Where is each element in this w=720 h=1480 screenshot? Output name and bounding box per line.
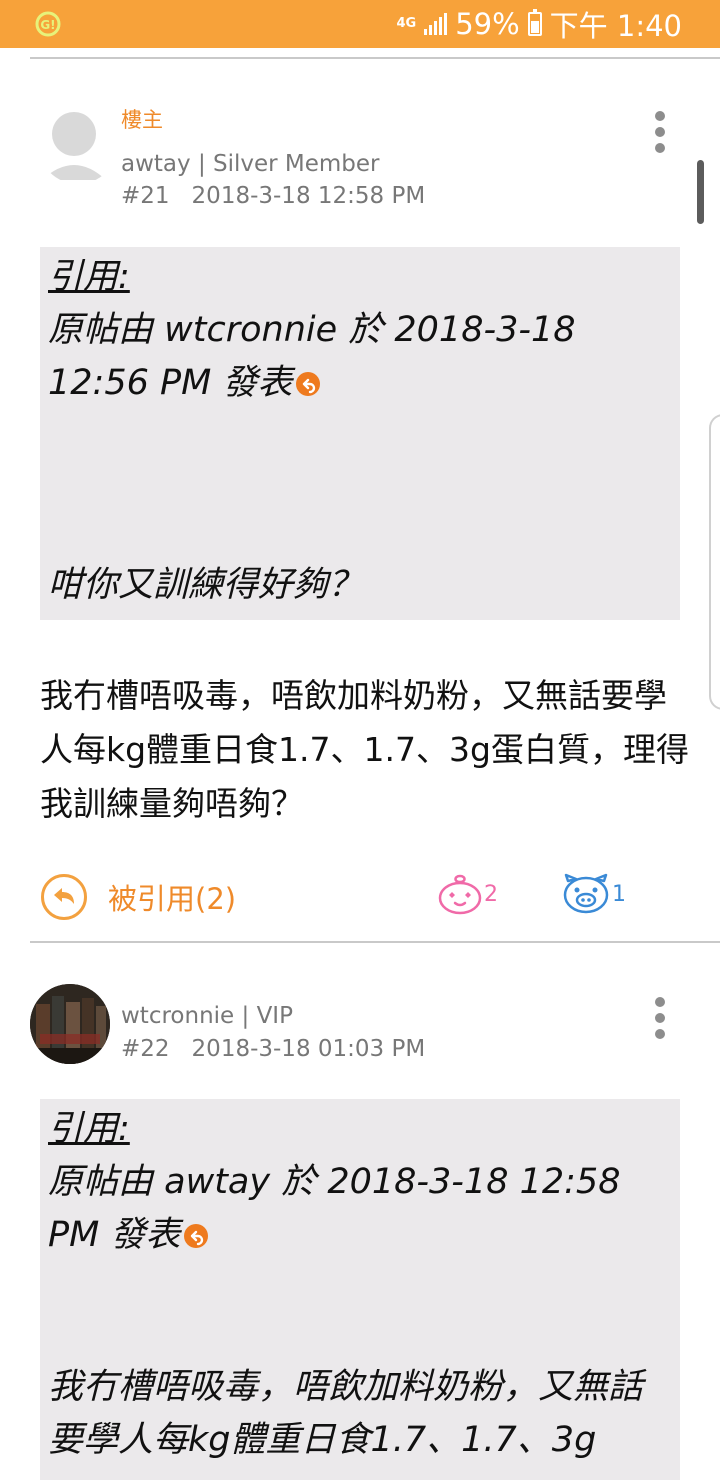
author-name[interactable]: awtay | Silver Member — [121, 151, 380, 177]
quoted-by-label: 被引用(2) — [108, 882, 237, 916]
pig-face-icon — [563, 873, 609, 914]
go-to-post-icon[interactable] — [184, 1224, 209, 1248]
svg-text:G!: G! — [40, 18, 55, 32]
quote-box: 引用: 原帖由 awtay 於 2018-3-18 12:58 PM 發表 我冇… — [40, 1099, 680, 1480]
post-datetime: 2018-3-18 12:58 PM — [191, 183, 426, 209]
edge-panel-handle[interactable] — [709, 414, 720, 710]
author-name[interactable]: wtcronnie | VIP — [121, 1003, 293, 1029]
post-meta: #22 2018-3-18 01:03 PM — [121, 1036, 425, 1062]
post-number: #21 — [121, 183, 170, 209]
quote-text: 我冇槽唔吸毒，唔飲加料奶粉，又無話要學人每kg體重日食1.7、1.7、3g — [48, 1367, 644, 1460]
network-type: 4G — [396, 16, 417, 31]
app-notification-icon: G! — [35, 11, 61, 37]
quote-box: 引用: 原帖由 wtcronnie 於 2018-3-18 12:56 PM 發… — [40, 247, 680, 620]
default-user-icon — [42, 112, 106, 180]
go-to-post-icon[interactable] — [296, 372, 321, 396]
love-face-icon — [438, 874, 482, 915]
thread-starter-badge: 樓主 — [121, 108, 163, 132]
reaction-love-count: 2 — [484, 881, 498, 907]
post-meta: #21 2018-3-18 12:58 PM — [121, 183, 425, 209]
quote-header: 原帖由 awtay 於 2018-3-18 12:58 PM 發表 — [48, 1162, 621, 1255]
clock: 下午 1:40 — [549, 9, 682, 43]
quote-text: 咁你又訓練得好夠？ — [48, 565, 364, 605]
quoted-by-button[interactable]: 被引用(2) — [40, 873, 236, 921]
avatar[interactable] — [38, 104, 118, 184]
more-options-icon[interactable] — [650, 997, 670, 1041]
top-divider — [30, 57, 720, 59]
battery-percent: 59% — [455, 7, 520, 41]
more-options-icon[interactable] — [650, 111, 670, 155]
user-photo — [30, 984, 110, 1064]
status-bar: G! 4G 59% 下午 1:40 — [0, 0, 720, 48]
post-divider — [30, 941, 720, 943]
battery-icon — [527, 9, 542, 36]
scrollbar-thumb[interactable] — [697, 160, 704, 224]
signal-icon — [424, 13, 448, 35]
reaction-pig-count: 1 — [612, 881, 626, 907]
quote-label: 引用: — [48, 1109, 130, 1149]
post-body: 我冇槽唔吸毒，唔飲加料奶粉，又無話要學人每kg體重日食1.7、1.7、3g蛋白質… — [40, 676, 689, 823]
reaction-pig[interactable]: 1 — [562, 871, 626, 917]
avatar[interactable] — [30, 984, 110, 1064]
reaction-love[interactable]: 2 — [438, 871, 498, 917]
post-number: #22 — [121, 1036, 170, 1062]
quote-label: 引用: — [48, 257, 130, 297]
post-datetime: 2018-3-18 01:03 PM — [191, 1036, 426, 1062]
reply-arrow-icon — [41, 874, 87, 920]
